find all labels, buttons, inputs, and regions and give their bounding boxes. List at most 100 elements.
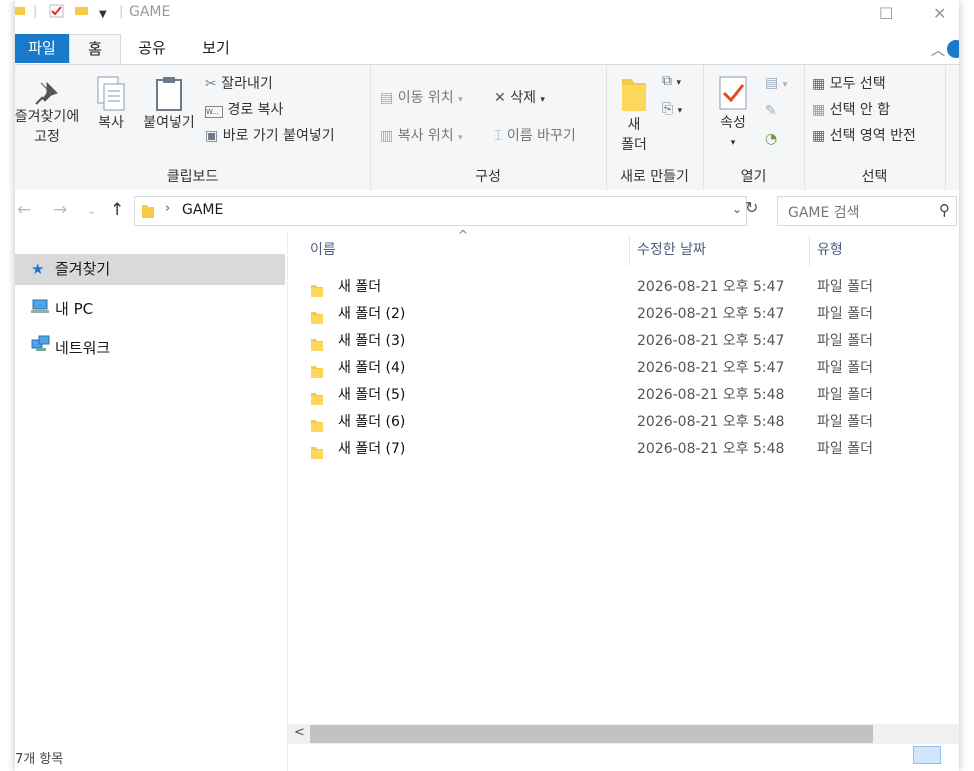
star-icon: ★ [31, 260, 45, 278]
move-to-label: 이동 위치 [397, 90, 454, 106]
new-folder-icon [622, 79, 646, 111]
open-group-label: 열기 [740, 169, 767, 185]
customize-dropdown-icon[interactable]: ▼ [99, 9, 107, 20]
column-header-name[interactable]: 이름 [310, 232, 336, 268]
copy-path-label: 경로 복사 [227, 102, 284, 118]
clipboard-group-label: 클립보드 [166, 169, 219, 185]
open-button[interactable]: ▤ ▾ [765, 75, 787, 91]
nav-item-network[interactable]: 네트워크 [15, 333, 285, 364]
column-divider[interactable] [629, 236, 630, 266]
nav-item-label: 내 PC [55, 300, 94, 318]
history-button[interactable]: ◔ [765, 131, 777, 147]
pin-to-quick-access-button[interactable]: 즐겨찾기에 고정 [15, 79, 85, 147]
title-bar: | ▼ | GAME ☐ ✕ [15, 0, 959, 34]
newfolder-quick-icon[interactable] [75, 4, 89, 20]
paste-shortcut-icon: ▣ [205, 128, 219, 144]
file-row[interactable]: 새 폴더 2026-08-21 오후 5:47 파일 폴더 [310, 274, 950, 301]
tab-file[interactable]: 파일 [15, 34, 69, 63]
scrollbar-thumb[interactable] [310, 725, 873, 743]
forward-button[interactable]: → [53, 200, 67, 220]
help-icon[interactable] [947, 40, 959, 58]
column-header-type[interactable]: 유형 [817, 232, 843, 268]
file-type: 파일 폴더 [817, 387, 873, 403]
search-icon: ⚲ [939, 201, 950, 219]
tab-view[interactable]: 보기 [189, 34, 243, 63]
properties-dropdown-icon: ▾ [730, 138, 736, 148]
divider: | [33, 4, 38, 19]
back-button[interactable]: ← [17, 200, 31, 220]
delete-button[interactable]: ✕ 삭제 ▾ [494, 87, 545, 107]
tab-home[interactable]: 홈 [69, 34, 121, 65]
file-type: 파일 폴더 [817, 414, 873, 430]
organize-group: ▤ 이동 위치 ▾ ✕ 삭제 ▾ ▥ 복사 위치 ▾ ⌶ 이름 바꾸기 구성 [370, 65, 607, 190]
window-title: GAME [129, 4, 171, 20]
paste-label: 붙여넣기 [143, 115, 195, 131]
up-button[interactable]: ↑ [110, 200, 124, 220]
file-date: 2026-08-21 오후 5:47 [637, 306, 785, 322]
nav-item-label: 즐겨찾기 [55, 260, 111, 278]
easy-access-button[interactable]: ⎘ ▾ [662, 101, 682, 117]
folder-quick-icon[interactable] [15, 4, 25, 20]
edit-button[interactable]: ✎ [765, 103, 777, 119]
file-type: 파일 폴더 [817, 279, 873, 295]
cut-label: 잘라내기 [221, 76, 273, 92]
new-item-button[interactable]: ⧉ ▾ [662, 73, 681, 89]
file-row[interactable]: 새 폴더 (5) 2026-08-21 오후 5:48 파일 폴더 [310, 382, 950, 409]
new-group-label: 새로 만들기 [620, 169, 689, 185]
cut-button[interactable]: ✂ 잘라내기 [205, 73, 273, 93]
close-button[interactable]: ✕ [933, 4, 946, 23]
rename-button[interactable]: ⌶ 이름 바꾸기 [494, 125, 576, 145]
tab-share[interactable]: 공유 [125, 34, 179, 63]
collapse-ribbon-icon[interactable]: ︿ [931, 40, 945, 60]
select-none-button[interactable]: ▦ 선택 안 함 [812, 99, 890, 119]
recent-locations-icon[interactable]: ⌄ [87, 204, 96, 217]
file-date: 2026-08-21 오후 5:48 [637, 387, 785, 403]
select-all-button[interactable]: ▦ 모두 선택 [812, 73, 886, 93]
status-bar: 7개 항목 [15, 746, 959, 771]
clipboard-group: 즐겨찾기에 고정 복사 붙여넣기 ✂ 잘라내기 W... 경로 복사 ▣ 바로 [15, 65, 371, 190]
file-row[interactable]: 새 폴더 (3) 2026-08-21 오후 5:47 파일 폴더 [310, 328, 950, 355]
copy-to-button[interactable]: ▥ 복사 위치 ▾ [380, 125, 463, 145]
scissors-icon: ✂ [205, 76, 217, 92]
new-folder-button[interactable]: 새 폴더 [612, 75, 656, 155]
refresh-button[interactable]: ↻ [745, 198, 758, 217]
file-date: 2026-08-21 오후 5:48 [637, 414, 785, 430]
details-view-button[interactable] [913, 746, 941, 764]
paste-button[interactable]: 붙여넣기 [137, 75, 201, 133]
scroll-left-icon[interactable]: < [294, 725, 305, 740]
file-row[interactable]: 새 폴더 (2) 2026-08-21 오후 5:47 파일 폴더 [310, 301, 950, 328]
file-row[interactable]: 새 폴더 (4) 2026-08-21 오후 5:47 파일 폴더 [310, 355, 950, 382]
history-icon: ◔ [765, 131, 778, 147]
move-to-icon: ▤ [380, 90, 394, 106]
copy-path-button[interactable]: W... 경로 복사 [205, 99, 283, 119]
copy-button[interactable]: 복사 [90, 75, 132, 133]
properties-quick-icon[interactable] [49, 4, 65, 22]
edit-icon: ✎ [765, 103, 777, 119]
network-icon [31, 333, 51, 364]
navigation-pane: ★ 즐겨찾기 내 PC 네트워크 [15, 232, 288, 771]
breadcrumb-game[interactable]: GAME [182, 202, 223, 218]
properties-button[interactable]: 속성 ▾ [711, 75, 755, 153]
nav-item-this-pc[interactable]: 내 PC [15, 294, 285, 325]
select-group-label: 선택 [861, 169, 888, 185]
open-dropdown-icon: ▾ [782, 80, 788, 90]
paste-shortcut-button[interactable]: ▣ 바로 가기 붙여넣기 [205, 125, 335, 145]
column-divider[interactable] [809, 236, 810, 266]
address-bar[interactable]: › GAME ⌄ [134, 196, 747, 226]
invert-selection-button[interactable]: ▦ 선택 영역 반전 [812, 125, 916, 145]
maximize-button[interactable]: ☐ [879, 4, 893, 23]
open-icon: ▤ [765, 75, 779, 91]
address-dropdown-icon[interactable]: ⌄ [732, 202, 742, 216]
navigation-bar: ← → ⌄ ↑ › GAME ⌄ ↻ GAME 검색 ⚲ [15, 190, 959, 232]
nav-item-quick-access[interactable]: ★ 즐겨찾기 [15, 254, 285, 285]
delete-label: 삭제 [510, 90, 536, 106]
file-row[interactable]: 새 폴더 (7) 2026-08-21 오후 5:48 파일 폴더 [310, 436, 950, 463]
file-row[interactable]: 새 폴더 (6) 2026-08-21 오후 5:48 파일 폴더 [310, 409, 950, 436]
select-all-icon: ▦ [812, 76, 826, 92]
horizontal-scrollbar[interactable]: < [288, 724, 959, 744]
move-to-button[interactable]: ▤ 이동 위치 ▾ [380, 87, 463, 107]
column-header-date[interactable]: 수정한 날짜 [637, 232, 706, 268]
copy-icon [97, 76, 125, 111]
rename-icon: ⌶ [494, 128, 503, 144]
search-box[interactable]: GAME 검색 ⚲ [777, 196, 957, 226]
